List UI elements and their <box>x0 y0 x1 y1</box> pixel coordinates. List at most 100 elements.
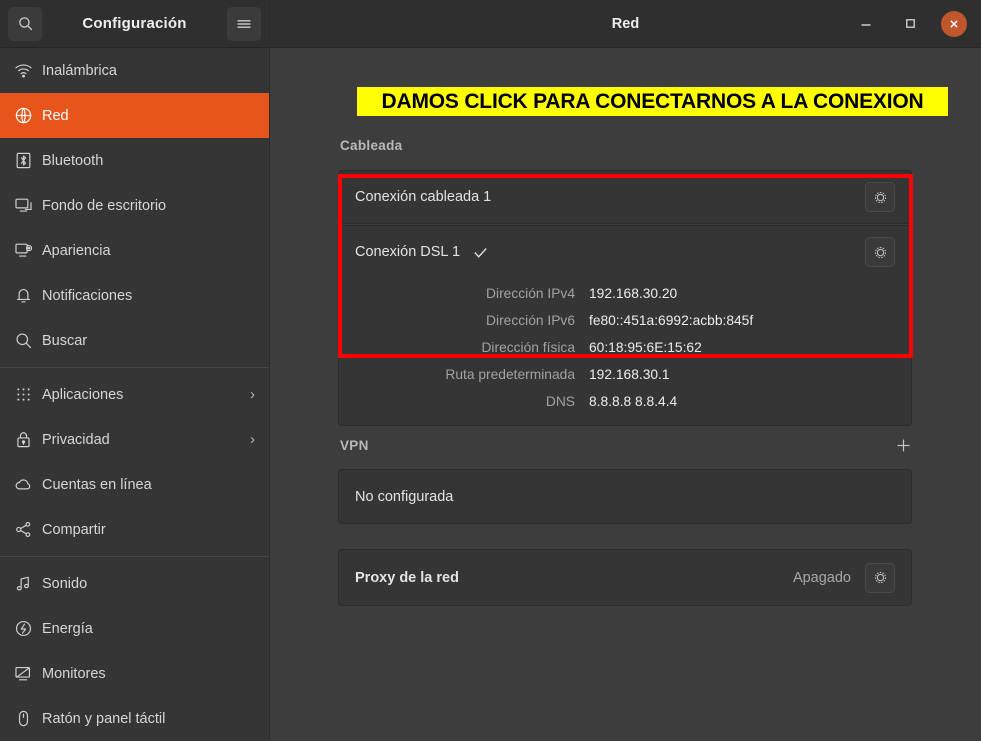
settings-window: Configuración Inalámbrica Red Bluetooth Fon… <box>0 0 981 741</box>
vpn-section-header: VPN <box>340 437 912 454</box>
bluetooth-icon <box>14 151 40 170</box>
checkmark-icon <box>472 244 489 261</box>
detail-key: Ruta predeterminada <box>339 361 575 388</box>
vpn-label: VPN <box>340 438 369 453</box>
sidebar-item-label: Notificaciones <box>42 288 132 304</box>
chevron-right-icon: › <box>250 431 255 448</box>
wifi-icon <box>14 61 40 80</box>
detail-key: Dirección IPv4 <box>339 280 575 307</box>
dsl-settings-button[interactable] <box>865 237 895 267</box>
sidebar-item-red[interactable]: Red <box>0 93 269 138</box>
apps-grid-icon <box>14 385 40 404</box>
wired-section-label: Cableada <box>340 138 402 153</box>
sidebar-item-apariencia[interactable]: Apariencia <box>0 228 269 273</box>
sidebar-item-label: Sonido <box>42 576 87 592</box>
proxy-status: Apagado <box>793 570 851 586</box>
detail-value: 192.168.30.20 <box>589 280 911 307</box>
sidebar-item-label: Ratón y panel táctil <box>42 711 165 727</box>
search-icon <box>17 15 34 32</box>
search-button[interactable] <box>8 7 42 41</box>
sidebar-item-label: Bluetooth <box>42 153 103 169</box>
sidebar-item-label: Cuentas en línea <box>42 477 152 493</box>
music-note-icon <box>14 574 40 593</box>
sidebar-item-buscar[interactable]: Buscar <box>0 318 269 363</box>
detail-key: DNS <box>339 388 575 415</box>
menu-button[interactable] <box>227 7 261 41</box>
sidebar-item-notificaciones[interactable]: Notificaciones <box>0 273 269 318</box>
minimize-button[interactable] <box>853 11 879 37</box>
detail-value: 8.8.8.8 8.8.4.4 <box>589 388 911 415</box>
sidebar-item-label: Aplicaciones <box>42 387 123 403</box>
sidebar-item-monitores[interactable]: Monitores <box>0 651 269 696</box>
sidebar-item-privacidad[interactable]: Privacidad › <box>0 417 269 462</box>
dsl-details-grid: Dirección IPv4 192.168.30.20 Dirección IPv… <box>339 278 911 425</box>
detail-value: 60:18:95:6E:15:62 <box>589 334 911 361</box>
vpn-status-row[interactable]: No configurada <box>339 470 911 523</box>
detail-key: Dirección IPv6 <box>339 307 575 334</box>
sidebar-item-label: Monitores <box>42 666 106 682</box>
sidebar: Configuración Inalámbrica Red Bluetooth Fon… <box>0 0 270 741</box>
sidebar-item-cuentas-en-l-nea[interactable]: Cuentas en línea <box>0 462 269 507</box>
gear-icon <box>873 570 888 585</box>
sidebar-item-label: Apariencia <box>42 243 111 259</box>
sidebar-item-label: Red <box>42 108 69 124</box>
window-titlebar: Red <box>270 0 981 48</box>
cloud-icon <box>14 475 40 494</box>
wired-connection-row[interactable]: Conexión cableada 1 <box>339 171 911 223</box>
gear-icon <box>873 245 888 260</box>
proxy-row[interactable]: Proxy de la red Apagado <box>339 550 911 605</box>
sidebar-item-label: Inalámbrica <box>42 63 117 79</box>
sidebar-item-fondo-de-escritorio[interactable]: Fondo de escritorio <box>0 183 269 228</box>
sidebar-item-label: Fondo de escritorio <box>42 198 166 214</box>
appearance-icon <box>14 241 40 260</box>
gear-icon <box>873 190 888 205</box>
wallpaper-icon <box>14 196 40 215</box>
dsl-connection-card: Conexión DSL 1 <box>338 225 912 426</box>
sidebar-title: Configuración <box>42 15 227 32</box>
detail-key: Dirección física <box>339 334 575 361</box>
vpn-status-text: No configurada <box>355 489 453 505</box>
search-icon <box>14 331 40 350</box>
power-icon <box>14 619 40 638</box>
bell-icon <box>14 286 40 305</box>
sidebar-item-label: Privacidad <box>42 432 110 448</box>
sidebar-item-label: Compartir <box>42 522 106 538</box>
window-controls <box>853 11 981 37</box>
wired-connection-card: Conexión cableada 1 <box>338 170 912 224</box>
dsl-connection-row[interactable]: Conexión DSL 1 <box>339 226 911 278</box>
proxy-card: Proxy de la red Apagado <box>338 549 912 606</box>
chevron-right-icon: › <box>250 386 255 403</box>
maximize-button[interactable] <box>897 11 923 37</box>
dsl-connection-name: Conexión DSL 1 <box>355 244 460 260</box>
annotation-yellow-note: DAMOS CLICK PARA CONECTARNOS A LA CONEXI… <box>357 87 948 116</box>
detail-value: 192.168.30.1 <box>589 361 911 388</box>
vpn-card: No configurada <box>338 469 912 524</box>
sidebar-item-compartir[interactable]: Compartir <box>0 507 269 552</box>
sidebar-item-inal-mbrica[interactable]: Inalámbrica <box>0 48 269 93</box>
sidebar-separator <box>0 556 269 557</box>
proxy-settings-button[interactable] <box>865 563 895 593</box>
sidebar-item-label: Energía <box>42 621 93 637</box>
share-icon <box>14 520 40 539</box>
detail-value: fe80::451a:6992:acbb:845f <box>589 307 911 334</box>
sidebar-item-bluetooth[interactable]: Bluetooth <box>0 138 269 183</box>
display-icon <box>14 664 40 683</box>
proxy-label: Proxy de la red <box>355 570 459 586</box>
vpn-add-button[interactable] <box>895 437 912 454</box>
lock-icon <box>14 430 40 449</box>
close-button[interactable] <box>941 11 967 37</box>
sidebar-item-aplicaciones[interactable]: Aplicaciones › <box>0 372 269 417</box>
hamburger-menu-icon <box>236 17 252 31</box>
sidebar-item-label: Buscar <box>42 333 87 349</box>
sidebar-menu: Inalámbrica Red Bluetooth Fondo de escritor… <box>0 48 269 741</box>
sidebar-item-sonido[interactable]: Sonido <box>0 561 269 606</box>
sidebar-separator <box>0 367 269 368</box>
sidebar-item-rat-n-y-panel-t-ctil[interactable]: Ratón y panel táctil <box>0 696 269 741</box>
network-content: Cableada Conexión cableada 1 <box>270 48 981 741</box>
mouse-icon <box>14 709 40 728</box>
sidebar-header: Configuración <box>0 0 269 48</box>
wired-connection-name: Conexión cableada 1 <box>355 189 491 205</box>
network-globe-icon <box>14 106 40 125</box>
sidebar-item-energ-a[interactable]: Energía <box>0 606 269 651</box>
wired-settings-button[interactable] <box>865 182 895 212</box>
